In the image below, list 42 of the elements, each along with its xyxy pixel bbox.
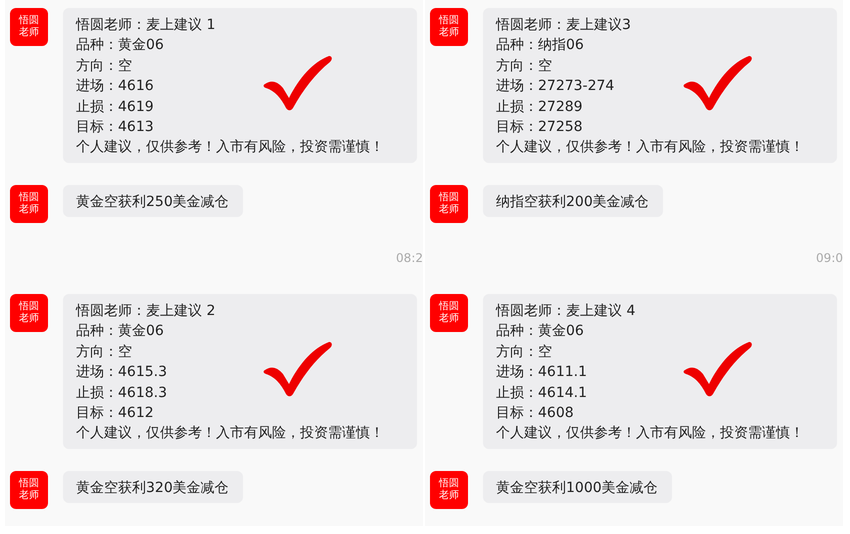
- message-line: 悟圆老师：麦上建议 1: [76, 16, 216, 35]
- message-line: 个人建议，仅供参考！入市有风险，投资需谨慎！: [76, 424, 385, 444]
- message-line: 黄金空获利320美金减仓: [76, 478, 229, 498]
- avatar[interactable]: 悟圆 老师: [430, 184, 468, 223]
- message-line: 个人建议，仅供参考！入市有风险，投资需谨慎！: [496, 138, 805, 158]
- timestamp: 08:2: [396, 251, 423, 265]
- avatar[interactable]: 悟圆 老师: [430, 294, 468, 332]
- message-line: 品种：黄金06: [76, 36, 165, 56]
- message-line: 止损：27289: [496, 98, 584, 117]
- message-line: 品种：黄金06: [76, 322, 165, 342]
- message-line: 目标：4613: [76, 118, 155, 138]
- message-line: 目标：4608: [496, 404, 575, 424]
- avatar[interactable]: 悟圆 老师: [430, 8, 468, 46]
- avatar[interactable]: 悟圆 老师: [10, 294, 48, 332]
- message-line: 目标：27258: [496, 118, 584, 138]
- message-line: 进场：4611.1: [496, 363, 588, 382]
- message-line: 方向：空: [76, 342, 133, 362]
- message-line: 悟圆老师：麦上建议3: [496, 16, 632, 35]
- message-line: 纳指空获利200美金减仓: [496, 192, 649, 212]
- message-line: 方向：空: [496, 342, 553, 362]
- message-line: 方向：空: [76, 56, 133, 76]
- message-line: 品种：纳指06: [496, 36, 585, 56]
- message-line: 进场：4616: [76, 77, 155, 96]
- message-line: 方向：空: [496, 56, 553, 76]
- timestamp: 09:0: [816, 251, 843, 265]
- message-line: 进场：4615.3: [76, 363, 168, 382]
- message-line: 黄金空获利250美金减仓: [76, 192, 229, 212]
- message-line: 个人建议，仅供参考！入市有风险，投资需谨慎！: [496, 424, 805, 444]
- avatar[interactable]: 悟圆 老师: [430, 470, 468, 509]
- avatar[interactable]: 悟圆 老师: [10, 8, 48, 46]
- message-line: 黄金空获利1000美金减仓: [496, 478, 658, 498]
- message-line: 个人建议，仅供参考！入市有风险，投资需谨慎！: [76, 138, 385, 158]
- message-line: 进场：27273-274: [496, 77, 616, 96]
- message-line: 悟圆老师：麦上建议 4: [496, 302, 636, 321]
- message-line: 止损：4618.3: [76, 384, 168, 403]
- message-line: 目标：4612: [76, 404, 155, 424]
- message-line: 止损：4614.1: [496, 384, 588, 403]
- message-line: 品种：黄金06: [496, 322, 585, 342]
- avatar[interactable]: 悟圆 老师: [10, 470, 48, 509]
- message-line: 悟圆老师：麦上建议 2: [76, 302, 216, 321]
- avatar[interactable]: 悟圆 老师: [10, 184, 48, 223]
- message-line: 止损：4619: [76, 98, 155, 117]
